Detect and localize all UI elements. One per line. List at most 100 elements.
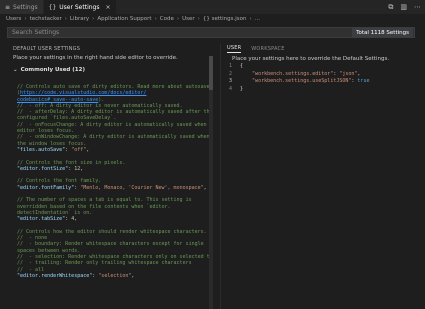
code-token: // Controls the font family.	[17, 178, 102, 185]
code-token: // Controls how the editor should render…	[17, 228, 207, 235]
settings-count-badge: Total 1118 Settings	[352, 28, 413, 37]
editor-actions: ⧉ ▥ ⋯	[388, 0, 421, 14]
code-token: ,	[86, 146, 90, 153]
chevron-right-icon: ›	[92, 16, 95, 22]
editor-line[interactable]: 2 "workbench.settings.editor": "json",	[222, 71, 425, 79]
code-token: // - selection: Render whitespace charac…	[17, 254, 213, 261]
line-content: "workbench.settings.useSplitJSON": true	[240, 78, 369, 86]
line-number: 2	[228, 70, 232, 77]
scrollbar-thumb[interactable]	[209, 56, 213, 90]
code-token: detectIndentation` is on.	[17, 209, 93, 216]
search-input[interactable]: Search Settings	[8, 29, 352, 36]
line-content: }	[240, 86, 243, 94]
editor-line[interactable]: 3 "workbench.settings.useSplitJSON": tru…	[222, 78, 425, 86]
code-token: "selection"	[98, 272, 132, 279]
tab-workspace[interactable]: WORKSPACE	[251, 44, 284, 53]
code-token: the window loses focus.	[17, 140, 87, 147]
breadcrumb-item[interactable]: Code	[160, 16, 174, 22]
code-token: // - onFocusChange: A dirty editor is au…	[17, 121, 213, 128]
split-divider[interactable]	[220, 44, 221, 309]
open-settings-icon[interactable]: ⧉	[388, 3, 393, 12]
chevron-right-icon: ›	[24, 16, 27, 22]
code-token: "editor.renderWhitespace"	[17, 272, 93, 279]
default-settings-code: // Controls auto save of dirty editors. …	[7, 84, 213, 279]
code-token: "workbench.settings.useSplitJSON"	[252, 78, 352, 85]
code-token[interactable]: codebasics#_save--auto-save	[17, 97, 98, 103]
section-label: Commonly Used (12)	[20, 66, 85, 73]
code-token: // - afterDelay: A dirty editor is autom…	[17, 109, 213, 116]
breadcrumb: Users › techstacker › Library › Application…	[0, 14, 425, 24]
line-number: 4	[228, 85, 232, 92]
code-token: overridden based on the file contents wh…	[17, 203, 171, 210]
code-token: "files.autoSave"	[17, 146, 66, 153]
code-token: ,	[80, 165, 84, 172]
settings-scope-tabs: USER WORKSPACE	[222, 44, 425, 53]
braces-icon: {}	[48, 3, 57, 11]
code-token: // - off: A dirty editor is never automa…	[17, 102, 183, 109]
search-settings-box[interactable]: Search Settings Total 1118 Settings	[7, 27, 415, 38]
user-settings-pane: USER WORKSPACE Place your settings here …	[222, 44, 425, 309]
editor-line[interactable]: 4}	[222, 86, 425, 94]
code-line: "editor.renderWhitespace": "selection",	[17, 273, 213, 279]
line-content: {	[240, 63, 243, 71]
breadcrumb-item[interactable]: Library	[70, 16, 89, 22]
scrollbar[interactable]	[209, 56, 213, 309]
chevron-down-icon: ⌄	[13, 66, 18, 73]
breadcrumb-item[interactable]: Users	[6, 16, 21, 22]
pane-description: Place your settings here to override the…	[232, 56, 390, 62]
code-token: }	[240, 85, 244, 92]
code-token: // - onWindowChange: A dirty editor is a…	[17, 134, 210, 141]
more-actions-icon[interactable]: ⋯	[414, 3, 421, 11]
code-token: "workbench.settings.editor"	[252, 70, 334, 77]
line-content: "workbench.settings.editor": "json",	[240, 71, 360, 79]
code-token: ,	[131, 272, 135, 279]
code-token: // The number of spaces a tab is equal t…	[17, 197, 192, 204]
breadcrumb-item[interactable]: ...	[255, 16, 260, 22]
code-token[interactable]: https://code.visualstudio.com/docs/edito…	[20, 90, 146, 96]
code-token: spaces between words.	[17, 247, 81, 254]
close-icon[interactable]: ×	[105, 4, 110, 11]
breadcrumb-item[interactable]: Application Support	[97, 16, 151, 22]
code-token: // Controls auto save of dirty editors. …	[17, 84, 210, 90]
chevron-right-icon: ›	[249, 16, 252, 22]
user-settings-editor[interactable]: 1{2 "workbench.settings.editor": "json",…	[222, 63, 425, 93]
pane-title: DEFAULT USER SETTINGS	[13, 45, 81, 52]
tab-label: User Settings	[59, 3, 100, 11]
code-token: ,	[203, 184, 207, 191]
chevron-right-icon: ›	[154, 16, 157, 22]
editor-line[interactable]: 1{	[222, 63, 425, 71]
code-token: configured `files.autoSaveDelay`.	[17, 115, 117, 122]
tab-user[interactable]: USER	[227, 44, 242, 53]
code-token: "off"	[71, 146, 87, 153]
code-token: "editor.tabSize"	[17, 216, 66, 223]
line-number: 1	[228, 63, 232, 69]
code-token: ,	[357, 70, 361, 77]
split-editor-icon[interactable]: ▥	[400, 3, 407, 11]
code-token: ,	[74, 216, 78, 223]
code-token: // Controls the font size in pixels.	[17, 159, 126, 166]
code-token: "editor.fontSize"	[17, 165, 69, 172]
code-token: editor loses focus.	[17, 128, 75, 135]
breadcrumb-item[interactable]: {} settings.json	[203, 16, 247, 22]
section-commonly-used[interactable]: ⌄ Commonly Used (12)	[7, 65, 213, 74]
code-line: "editor.fontFamily": "Menlo, Monaco, 'Co…	[17, 185, 213, 191]
breadcrumb-item[interactable]: User	[182, 16, 195, 22]
chevron-right-icon: ›	[197, 16, 200, 22]
chevron-right-icon: ›	[176, 16, 180, 22]
pane-description: Place your settings in the right hand si…	[13, 54, 178, 61]
code-token: true	[357, 78, 370, 85]
tab-user-settings[interactable]: {} User Settings ×	[43, 0, 117, 14]
code-token: "editor.fontFamily"	[17, 184, 75, 191]
line-number: 3	[228, 78, 232, 85]
editor-tab-bar: ≡ Settings {} User Settings × ⧉ ▥ ⋯	[0, 0, 425, 14]
breadcrumb-item[interactable]: techstacker	[30, 16, 62, 22]
default-settings-pane: DEFAULT USER SETTINGS Place your setting…	[7, 44, 213, 309]
tab-settings[interactable]: ≡ Settings	[0, 0, 44, 14]
code-token: ).	[98, 96, 105, 103]
code-token: // - trailing: Render only trailing whit…	[17, 260, 192, 267]
menu-icon: ≡	[5, 3, 11, 11]
code-token: "Menlo, Monaco, 'Courier New', monospace…	[80, 184, 204, 191]
tab-label: Settings	[13, 3, 38, 11]
code-token: "json"	[339, 70, 358, 77]
